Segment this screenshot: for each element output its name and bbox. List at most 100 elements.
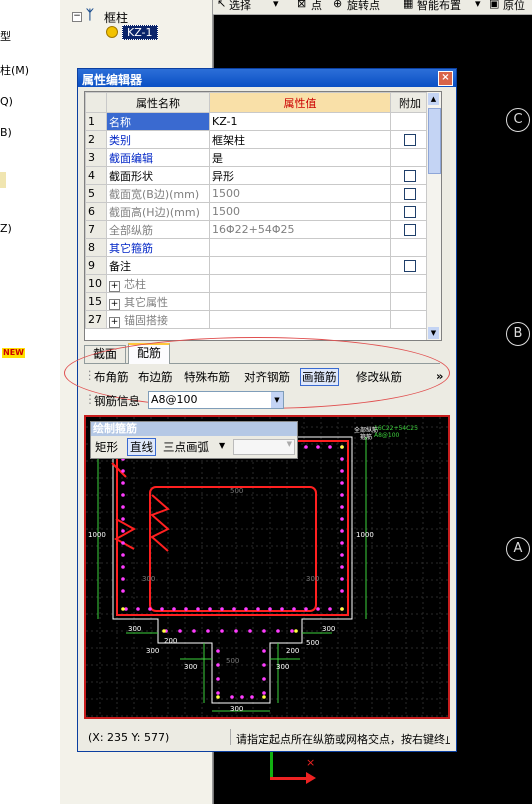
property-value[interactable] <box>209 274 391 293</box>
property-name[interactable]: 备注 <box>106 256 210 275</box>
edge-rebar-button[interactable]: 布边筋 <box>138 369 173 385</box>
scroll-up-icon[interactable]: ▲ <box>428 93 439 105</box>
axis-marker: C <box>506 108 530 132</box>
rect-mode-button[interactable]: 矩形 <box>95 439 118 455</box>
property-name[interactable]: 截面编辑 <box>106 148 210 167</box>
dimension-label: 500 <box>306 639 320 647</box>
property-row[interactable]: 8 其它箍筋 <box>85 238 430 257</box>
modify-rebar-button[interactable]: 修改纵筋 <box>356 369 402 385</box>
extra-checkbox[interactable] <box>404 188 416 200</box>
property-row[interactable]: 2 类别 框架柱 <box>85 130 430 149</box>
property-value[interactable] <box>209 238 391 257</box>
property-name[interactable]: + 其它属性 <box>106 292 210 311</box>
property-name[interactable]: 名称 <box>106 112 210 131</box>
menu-item[interactable]: 柱(M) <box>0 62 29 78</box>
property-row[interactable]: 6 截面高(H边)(mm) 1500 <box>85 202 430 221</box>
rebar-drawing-area[interactable]: 全部纵筋 16C22+54C25 箍筋 A8@100 300 300 300 3… <box>84 415 450 719</box>
property-value[interactable]: 是 <box>209 148 391 167</box>
property-row[interactable]: 15 + 其它属性 <box>85 292 430 311</box>
menu-item[interactable]: B) <box>0 126 12 139</box>
property-value[interactable]: 16Φ22+54Φ25 <box>209 220 391 239</box>
expand-plus-icon[interactable]: + <box>109 298 120 310</box>
rebar-dot <box>162 629 166 633</box>
property-value[interactable] <box>209 292 391 311</box>
origin-button[interactable]: 原位 <box>503 0 525 13</box>
point-icon: ⊠ <box>297 0 307 10</box>
property-grid: 属性名称 属性值 附加 1 名称 KZ-1 2 类别 框架柱 3 截面编辑是 4 截面形状 异形 5 截… <box>84 91 442 341</box>
stirrup-option-select[interactable]: ▼ <box>233 439 295 455</box>
corner-rebar-button[interactable]: 布角筋 <box>94 369 129 385</box>
collapse-toggle[interactable]: − <box>72 12 82 22</box>
line-mode-button[interactable]: 直线 <box>127 438 156 456</box>
property-name[interactable]: 截面宽(B边)(mm) <box>106 184 210 203</box>
property-name[interactable]: 类别 <box>106 130 210 149</box>
rebar-dot <box>121 541 125 545</box>
dropdown-arrow-icon[interactable]: ▾ <box>273 0 279 10</box>
expand-plus-icon[interactable]: + <box>109 316 120 328</box>
property-extra[interactable] <box>390 220 430 239</box>
property-name[interactable]: + 芯柱 <box>106 274 210 293</box>
property-value[interactable]: KZ-1 <box>209 112 391 131</box>
menu-item[interactable]: 型 <box>0 28 11 44</box>
extra-checkbox[interactable] <box>404 260 416 272</box>
property-row[interactable]: 7 全部纵筋 16Φ22+54Φ25 <box>85 220 430 239</box>
property-name[interactable]: 截面高(H边)(mm) <box>106 202 210 221</box>
dropdown-arrow-icon[interactable]: ▼ <box>287 440 292 448</box>
property-extra[interactable] <box>390 256 430 275</box>
property-extra[interactable] <box>390 202 430 221</box>
tree-leaf-kz1[interactable]: KZ-1 <box>122 25 158 40</box>
close-button[interactable]: × <box>438 71 453 86</box>
rebar-info-combo[interactable]: A8@100 ▼ <box>148 391 284 409</box>
property-value[interactable] <box>209 310 391 329</box>
header-name: 属性名称 <box>106 92 210 113</box>
tree-root-label[interactable]: 框柱 <box>104 9 128 26</box>
vertical-scrollbar[interactable]: ▲ ▼ <box>426 92 441 340</box>
property-value[interactable]: 1500 <box>209 202 391 221</box>
property-row[interactable]: 3 截面编辑 是 <box>85 148 430 167</box>
property-name[interactable]: 截面形状 <box>106 166 210 185</box>
property-extra[interactable] <box>390 166 430 185</box>
property-row[interactable]: 4 截面形状 异形 <box>85 166 430 185</box>
dropdown-arrow-icon[interactable]: ▾ <box>475 0 481 10</box>
property-value[interactable] <box>209 256 391 275</box>
special-rebar-button[interactable]: 特殊布筋 <box>184 369 230 385</box>
property-extra[interactable] <box>390 130 430 149</box>
rotate-point-button[interactable]: 旋转点 <box>347 0 380 13</box>
property-value[interactable]: 异形 <box>209 166 391 185</box>
more-button[interactable]: » <box>436 369 443 383</box>
extra-checkbox[interactable] <box>404 224 416 236</box>
smart-layout-button[interactable]: 智能布置 <box>417 0 461 13</box>
property-extra <box>390 292 430 311</box>
property-name[interactable]: + 锚固搭接 <box>106 310 210 329</box>
property-row[interactable]: 27 + 锚固搭接 <box>85 310 430 329</box>
property-row[interactable]: 10 + 芯柱 <box>85 274 430 293</box>
dialog-titlebar[interactable]: 属性编辑器 × <box>78 69 456 87</box>
property-editor-dialog: 属性编辑器 × 属性名称 属性值 附加 1 名称 KZ-1 2 类别 框架柱 3 截面编辑是 4… <box>64 68 457 752</box>
property-name[interactable]: 其它箍筋 <box>106 238 210 257</box>
point-button[interactable]: 点 <box>311 0 322 13</box>
draw-stirrup-button[interactable]: 画箍筋 <box>300 368 339 386</box>
scroll-down-icon[interactable]: ▼ <box>428 327 439 339</box>
property-name-text: 其它属性 <box>124 295 168 309</box>
arc-mode-button[interactable]: 三点画弧 <box>163 439 209 455</box>
property-value[interactable]: 框架柱 <box>209 130 391 149</box>
expand-plus-icon[interactable]: + <box>109 280 120 292</box>
scroll-thumb[interactable] <box>428 108 441 174</box>
dropdown-arrow-icon[interactable]: ▼ <box>271 392 283 408</box>
menu-item[interactable]: Z) <box>0 222 12 235</box>
menu-item[interactable]: Q) <box>0 95 13 108</box>
align-rebar-button[interactable]: 对齐钢筋 <box>244 369 290 385</box>
property-value[interactable]: 1500 <box>209 184 391 203</box>
extra-checkbox[interactable] <box>404 134 416 146</box>
dropdown-arrow-icon[interactable]: ▼ <box>219 441 225 450</box>
select-button[interactable]: 选择 <box>229 0 251 13</box>
property-row[interactable]: 1 名称 KZ-1 <box>85 112 430 131</box>
property-row[interactable]: 9 备注 <box>85 256 430 275</box>
property-row[interactable]: 5 截面宽(B边)(mm) 1500 <box>85 184 430 203</box>
rebar-dot <box>148 607 152 611</box>
extra-checkbox[interactable] <box>404 170 416 182</box>
extra-checkbox[interactable] <box>404 206 416 218</box>
property-extra[interactable] <box>390 184 430 203</box>
rebar-dot <box>262 691 266 695</box>
property-name[interactable]: 全部纵筋 <box>106 220 210 239</box>
